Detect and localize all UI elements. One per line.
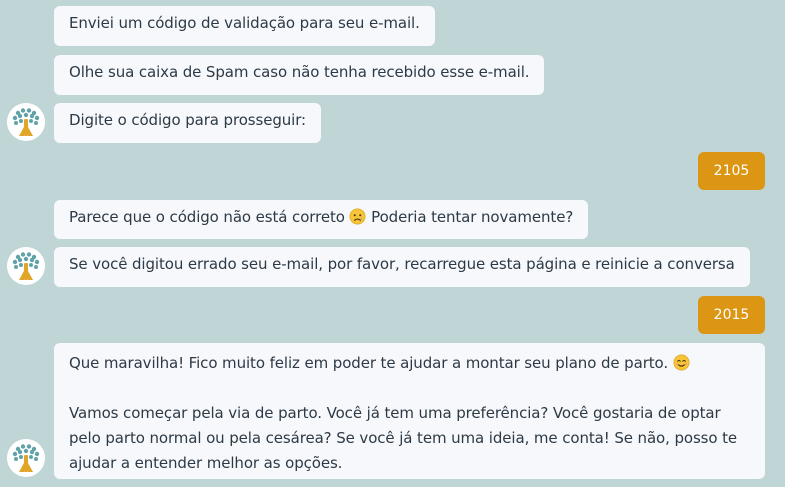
bot-message-text: Olhe sua caixa de Spam caso não tenha re… <box>69 63 530 81</box>
bot-message: Enviei um código de validação para seu e… <box>54 6 435 46</box>
bot-message-line: Que maravilha! Fico muito feliz em poder… <box>69 351 750 376</box>
bot-message: Digite o código para prosseguir: <box>54 103 321 143</box>
tree-logo-icon <box>7 103 45 141</box>
bot-avatar <box>7 103 45 141</box>
bot-message: Parece que o código não está correto Pod… <box>54 200 589 239</box>
bot-avatar <box>7 247 45 285</box>
user-message-text: 2015 <box>713 307 750 323</box>
bot-message: Se você digitou errado seu e-mail, por f… <box>54 247 750 287</box>
bot-message-text: Enviei um código de validação para seu e… <box>69 14 420 32</box>
smiling-face-emoji <box>673 354 690 371</box>
user-message: 2105 <box>698 152 765 190</box>
sad-face-emoji <box>349 208 366 225</box>
bot-message-text: Se você digitou errado seu e-mail, por f… <box>69 255 735 273</box>
tree-logo-icon <box>7 247 45 285</box>
bot-message-text: Poderia tentar novamente? <box>371 208 574 226</box>
bot-message-text: Parece que o código não está correto <box>69 208 345 226</box>
user-message-text: 2105 <box>713 163 750 179</box>
bot-message-line: ajudar a entender melhor as opções. <box>69 454 343 472</box>
bot-message-line: Vamos começar pela via de parto. Você já… <box>69 404 721 422</box>
bot-message: Olhe sua caixa de Spam caso não tenha re… <box>54 55 545 95</box>
bot-message: Que maravilha! Fico muito feliz em poder… <box>54 343 765 479</box>
bot-message-line: pelo parto normal ou pela cesárea? Se vo… <box>69 429 738 447</box>
bot-message-text: Digite o código para prosseguir: <box>69 111 306 129</box>
user-message: 2015 <box>698 296 765 334</box>
tree-logo-icon <box>7 439 45 477</box>
bot-avatar <box>7 439 45 477</box>
